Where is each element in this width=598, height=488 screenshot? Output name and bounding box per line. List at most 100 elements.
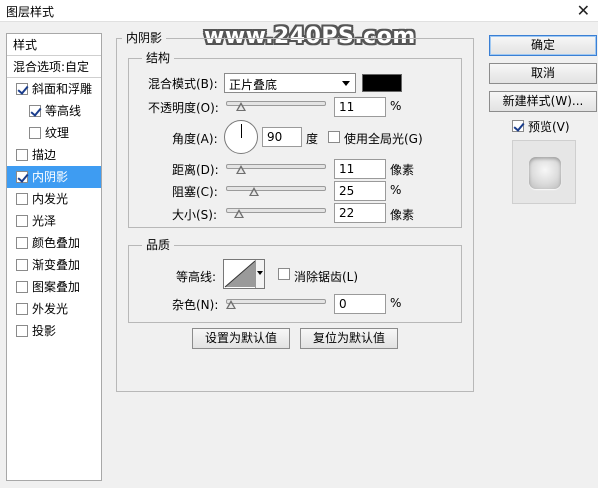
style-item[interactable]: 描边	[7, 144, 101, 166]
noise-slider-thumb[interactable]	[226, 300, 236, 309]
noise-value: 0	[339, 297, 347, 311]
distance-slider-thumb[interactable]	[235, 165, 246, 174]
style-item-checkbox[interactable]	[16, 303, 28, 315]
style-item-checkbox[interactable]	[29, 127, 41, 139]
inner-shadow-title: 内阴影	[122, 29, 167, 46]
angle-dial[interactable]	[224, 120, 258, 154]
anti-alias-checkbox[interactable]	[278, 268, 290, 280]
style-item[interactable]: 投影	[7, 320, 101, 342]
chevron-down-icon	[342, 81, 350, 86]
choke-slider-thumb[interactable]	[248, 187, 259, 196]
choke-input[interactable]: 25	[334, 181, 386, 201]
opacity-slider-thumb[interactable]	[235, 102, 246, 111]
noise-slider-track	[226, 299, 326, 304]
style-item[interactable]: 颜色叠加	[7, 232, 101, 254]
global-light-checkbox[interactable]	[328, 131, 340, 143]
blend-options-item[interactable]: 混合选项:自定	[7, 56, 101, 78]
distance-input[interactable]: 11	[334, 159, 386, 179]
style-item-label: 图案叠加	[32, 280, 81, 294]
style-item-checkbox[interactable]	[29, 105, 41, 117]
angle-value: 90	[267, 130, 283, 144]
choke-slider[interactable]	[226, 183, 326, 197]
contour-label: 等高线:	[176, 270, 217, 284]
style-item[interactable]: 斜面和浮雕	[7, 78, 101, 100]
style-item-label: 等高线	[45, 104, 82, 118]
style-list: 样式 混合选项:自定 斜面和浮雕等高线纹理描边内阴影内发光光泽颜色叠加渐变叠加图…	[6, 33, 102, 481]
close-icon[interactable]: ✕	[577, 1, 590, 20]
style-item-label: 外发光	[32, 302, 69, 316]
style-item-label: 描边	[32, 148, 57, 162]
style-item-label: 纹理	[45, 126, 70, 140]
style-item-checkbox[interactable]	[16, 193, 28, 205]
distance-slider[interactable]	[226, 161, 326, 175]
distance-value: 11	[339, 162, 355, 176]
choke-label: 阻塞(C):	[172, 185, 218, 199]
style-item-checkbox[interactable]	[16, 215, 28, 227]
style-item-label: 斜面和浮雕	[32, 82, 93, 96]
style-item[interactable]: 纹理	[7, 122, 101, 144]
choke-unit: %	[390, 183, 402, 197]
angle-needle	[241, 124, 242, 138]
preview-checkbox[interactable]	[512, 120, 524, 132]
contour-picker[interactable]	[223, 259, 265, 289]
title-bar: 图层样式 ✕	[0, 0, 598, 22]
preview-thumbnail	[529, 157, 561, 189]
style-item[interactable]: 光泽	[7, 210, 101, 232]
noise-input[interactable]: 0	[334, 294, 386, 314]
size-slider[interactable]	[226, 205, 326, 219]
choke-value: 25	[339, 184, 355, 198]
style-item-checkbox[interactable]	[16, 149, 28, 161]
global-light-label: 使用全局光(G)	[344, 132, 423, 146]
style-item-checkbox[interactable]	[16, 281, 28, 293]
opacity-input[interactable]: 11	[334, 97, 386, 117]
opacity-slider[interactable]	[226, 98, 326, 112]
style-item[interactable]: 等高线	[7, 100, 101, 122]
structure-title: 结构	[142, 49, 175, 66]
size-label: 大小(S):	[172, 208, 218, 222]
style-preview	[512, 140, 576, 204]
shadow-color-swatch[interactable]	[362, 74, 402, 92]
style-item-checkbox[interactable]	[16, 325, 28, 337]
style-item-label: 颜色叠加	[32, 236, 81, 250]
distance-unit: 像素	[390, 163, 415, 177]
make-default-button[interactable]: 设置为默认值	[192, 328, 290, 349]
noise-slider[interactable]	[226, 296, 326, 310]
styles-header[interactable]: 样式	[7, 34, 101, 56]
cancel-button[interactable]: 取消	[489, 63, 597, 84]
angle-unit: 度	[306, 132, 319, 146]
style-item[interactable]: 内阴影	[7, 166, 101, 188]
style-item-label: 渐变叠加	[32, 258, 81, 272]
reset-default-button[interactable]: 复位为默认值	[300, 328, 398, 349]
blend-mode-value: 正片叠底	[229, 78, 278, 92]
style-item[interactable]: 外发光	[7, 298, 101, 320]
style-item-label: 内发光	[32, 192, 69, 206]
blend-mode-select[interactable]: 正片叠底	[224, 73, 356, 93]
style-item[interactable]: 图案叠加	[7, 276, 101, 298]
size-input[interactable]: 22	[334, 203, 386, 223]
contour-curve-icon	[224, 260, 256, 288]
style-item[interactable]: 渐变叠加	[7, 254, 101, 276]
style-item[interactable]: 内发光	[7, 188, 101, 210]
style-item-checkbox[interactable]	[16, 259, 28, 271]
new-style-button[interactable]: 新建样式(W)...	[489, 91, 597, 112]
preview-label: 预览(V)	[528, 120, 570, 134]
window-title: 图层样式	[6, 5, 55, 19]
angle-input[interactable]: 90	[262, 127, 302, 147]
style-item-label: 投影	[32, 324, 57, 338]
ok-button[interactable]: 确定	[489, 35, 597, 56]
style-item-checkbox[interactable]	[16, 171, 28, 183]
opacity-value: 11	[339, 100, 355, 114]
quality-title: 品质	[142, 236, 175, 253]
angle-label: 角度(A):	[172, 132, 218, 146]
style-item-checkbox[interactable]	[16, 83, 28, 95]
blend-mode-label: 混合模式(B):	[148, 77, 218, 91]
chevron-down-icon[interactable]	[255, 260, 264, 288]
size-slider-thumb[interactable]	[233, 209, 244, 218]
anti-alias-label: 消除锯齿(L)	[294, 270, 359, 284]
choke-slider-track	[226, 186, 326, 191]
style-item-label: 内阴影	[32, 170, 69, 184]
opacity-label: 不透明度(O):	[148, 101, 219, 115]
style-item-checkbox[interactable]	[16, 237, 28, 249]
noise-unit: %	[390, 296, 402, 310]
size-value: 22	[339, 206, 355, 220]
